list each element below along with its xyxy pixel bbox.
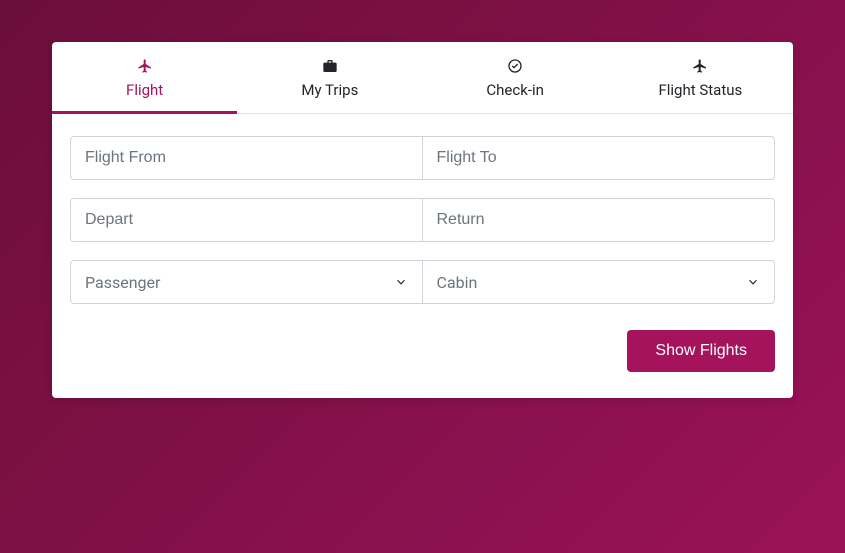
cabin-select[interactable]: Cabin <box>423 260 776 304</box>
chevron-down-icon <box>394 275 408 289</box>
flight-from-input[interactable] <box>70 136 423 180</box>
tab-flight-status[interactable]: Flight Status <box>608 42 793 113</box>
flight-search-form: Passenger Cabin Show Flights <box>52 114 793 398</box>
booking-card: Flight My Trips Check-in Flight Status <box>52 42 793 398</box>
tab-label: Check-in <box>486 81 544 99</box>
options-row: Passenger Cabin <box>70 260 775 304</box>
route-row <box>70 136 775 180</box>
depart-input[interactable] <box>70 198 423 242</box>
from-control <box>70 136 423 180</box>
return-control <box>423 198 776 242</box>
depart-control <box>70 198 423 242</box>
tab-label: Flight Status <box>658 81 742 99</box>
passenger-select[interactable]: Passenger <box>70 260 423 304</box>
plane-icon <box>692 58 708 74</box>
actions-row: Show Flights <box>70 330 775 372</box>
return-input[interactable] <box>423 198 776 242</box>
passenger-label: Passenger <box>85 273 160 292</box>
passenger-control: Passenger <box>70 260 423 304</box>
tab-label: My Trips <box>301 81 358 99</box>
plane-icon <box>137 58 153 74</box>
to-control <box>423 136 776 180</box>
dates-row <box>70 198 775 242</box>
tab-my-trips[interactable]: My Trips <box>237 42 422 113</box>
cabin-label: Cabin <box>437 273 478 292</box>
tab-check-in[interactable]: Check-in <box>423 42 608 113</box>
tab-label: Flight <box>126 81 163 99</box>
cabin-control: Cabin <box>423 260 776 304</box>
tabs: Flight My Trips Check-in Flight Status <box>52 42 793 114</box>
flight-to-input[interactable] <box>423 136 776 180</box>
check-circle-icon <box>507 58 523 74</box>
show-flights-button[interactable]: Show Flights <box>627 330 775 372</box>
tab-flight[interactable]: Flight <box>52 42 237 113</box>
briefcase-icon <box>322 58 338 74</box>
chevron-down-icon <box>746 275 760 289</box>
